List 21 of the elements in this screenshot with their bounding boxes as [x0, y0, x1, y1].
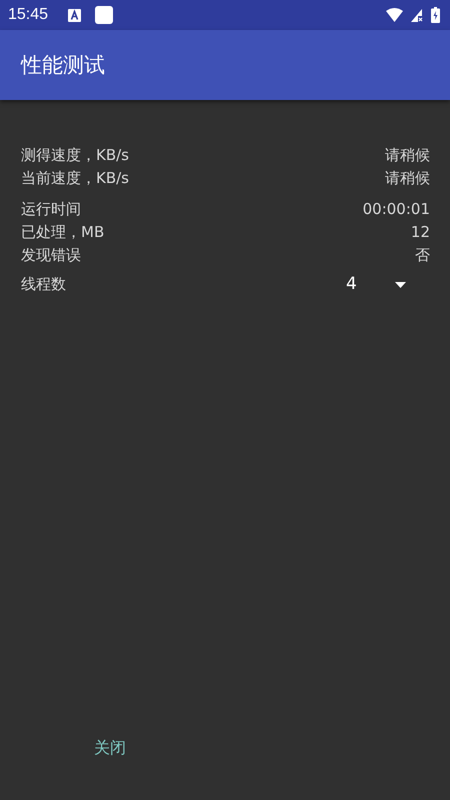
dropdown-arrow-icon [394, 282, 406, 288]
app-title: 性能测试 [21, 52, 105, 79]
stat-value: 00:00:01 [362, 199, 430, 220]
battery-charging-icon [431, 7, 440, 23]
signal-icon [411, 8, 423, 22]
stat-label: 测得速度，KB/s [21, 145, 129, 166]
stat-value: 请稍候 [385, 145, 430, 166]
wifi-icon [386, 8, 403, 22]
threads-dropdown[interactable]: 4 [346, 273, 430, 296]
close-button[interactable]: 关闭 [94, 738, 126, 759]
stat-label: 运行时间 [21, 199, 81, 220]
stat-value: 请稍候 [385, 168, 430, 189]
stat-label: 已处理，MB [21, 222, 104, 243]
stat-label: 发现错误 [21, 245, 81, 266]
threads-label: 线程数 [21, 274, 66, 295]
clock: 15:45 [8, 6, 48, 24]
stat-value: 否 [415, 245, 430, 266]
app-notification-icon [95, 6, 114, 24]
stat-label: 当前速度，KB/s [21, 168, 129, 189]
stat-value: 12 [410, 222, 430, 243]
keyboard-notification-icon [68, 8, 82, 22]
